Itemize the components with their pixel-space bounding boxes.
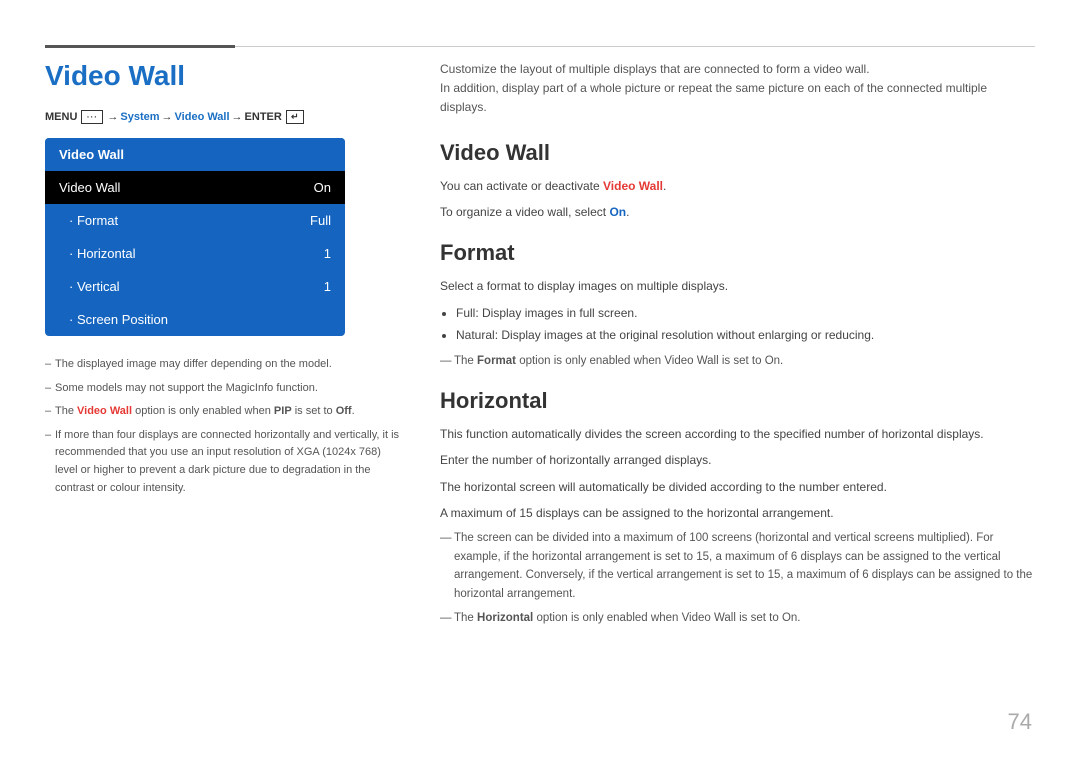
menu-item-format[interactable]: · Format Full — [45, 204, 345, 237]
intro-line-2: In addition, display part of a whole pic… — [440, 79, 1035, 117]
format-bullet-list: Full: Display images in full screen. Nat… — [456, 303, 1035, 346]
menu-item-label: · Vertical — [69, 279, 120, 294]
note-4: If more than four displays are connected… — [45, 427, 405, 497]
section-body-h2: Enter the number of horizontally arrange… — [440, 450, 1035, 470]
section-format: Format Select a format to display images… — [440, 240, 1035, 370]
menu-item-screenposition[interactable]: · Screen Position — [45, 303, 345, 336]
notes-section: The displayed image may differ depending… — [45, 356, 405, 497]
enter-label: ENTER — [245, 111, 282, 123]
bullet-natural: Natural: Display images at the original … — [456, 325, 1035, 345]
section-body-h4: A maximum of 15 displays can be assigned… — [440, 503, 1035, 523]
menu-item-value: Full — [310, 213, 331, 228]
enter-icon — [286, 110, 304, 124]
left-panel: Video Wall MENU → System → Video Wall → … — [45, 60, 405, 503]
arrow-2: → — [162, 111, 173, 123]
section-body-h1: This function automatically divides the … — [440, 424, 1035, 444]
menu-item-value: 1 — [324, 279, 331, 294]
menu-box: Video Wall Video Wall On · Format Full ·… — [45, 138, 345, 336]
note-2: Some models may not support the MagicInf… — [45, 380, 405, 398]
menu-item-label: · Horizontal — [69, 246, 135, 261]
menu-item-value: 1 — [324, 246, 331, 261]
horizontal-note-1: The screen can be divided into a maximum… — [440, 529, 1035, 603]
horizontal-note-2: The Horizontal option is only enabled wh… — [440, 609, 1035, 627]
menu-item-label: · Screen Position — [69, 312, 168, 327]
section-title-format: Format — [440, 240, 1035, 266]
top-bar-line — [235, 46, 1035, 47]
menu-item-vertical[interactable]: · Vertical 1 — [45, 270, 345, 303]
menu-item-label: Video Wall — [59, 180, 120, 195]
section-body-format: Select a format to display images on mul… — [440, 276, 1035, 296]
page-number: 74 — [1008, 709, 1032, 735]
menu-path: MENU → System → Video Wall → ENTER — [45, 110, 405, 124]
section-body-vw2: To organize a video wall, select On. — [440, 202, 1035, 222]
bullet-full: Full: Display images in full screen. — [456, 303, 1035, 323]
note-1: The displayed image may differ depending… — [45, 356, 405, 374]
section-videowall: Video Wall You can activate or deactivat… — [440, 140, 1035, 223]
right-panel: Customize the layout of multiple display… — [440, 60, 1035, 633]
videowall-label: Video Wall — [175, 111, 230, 123]
menu-item-horizontal[interactable]: · Horizontal 1 — [45, 237, 345, 270]
system-label: System — [120, 111, 159, 123]
note-3: The Video Wall option is only enabled wh… — [45, 403, 405, 421]
arrow-1: → — [107, 111, 118, 123]
top-bar — [45, 45, 1035, 48]
top-bar-accent — [45, 45, 235, 48]
menu-label: MENU — [45, 111, 77, 123]
intro-text: Customize the layout of multiple display… — [440, 60, 1035, 118]
arrow-3: → — [232, 111, 243, 123]
menu-icon — [81, 110, 103, 124]
section-horizontal: Horizontal This function automatically d… — [440, 388, 1035, 628]
section-title-horizontal: Horizontal — [440, 388, 1035, 414]
format-note: The Format option is only enabled when V… — [440, 352, 1035, 370]
section-title-videowall: Video Wall — [440, 140, 1035, 166]
section-body-vw1: You can activate or deactivate Video Wal… — [440, 176, 1035, 196]
page-title: Video Wall — [45, 60, 405, 92]
menu-item-value: On — [314, 180, 331, 195]
intro-line-1: Customize the layout of multiple display… — [440, 60, 1035, 79]
menu-item-label: · Format — [69, 213, 118, 228]
menu-item-videowall[interactable]: Video Wall On — [45, 171, 345, 204]
menu-box-header: Video Wall — [45, 138, 345, 171]
section-body-h3: The horizontal screen will automatically… — [440, 477, 1035, 497]
